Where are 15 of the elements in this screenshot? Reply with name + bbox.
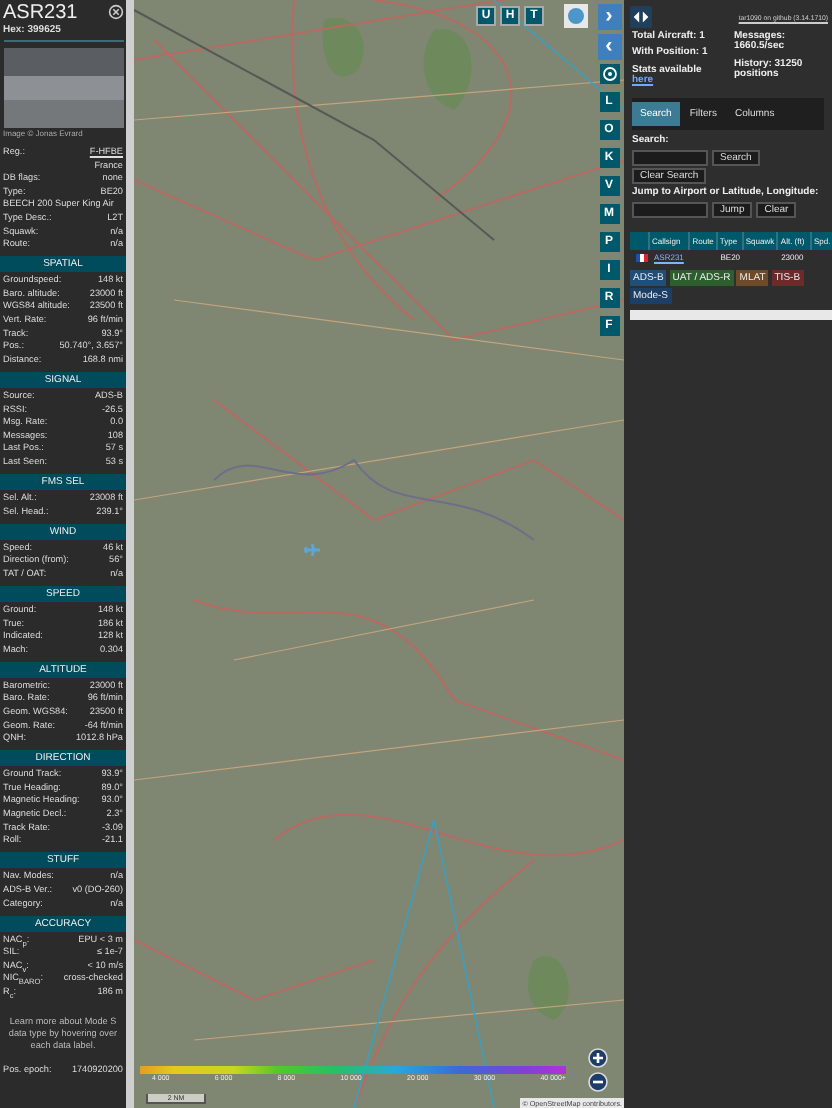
panel-toggle-button[interactable]: › bbox=[597, 4, 621, 30]
search-field[interactable] bbox=[632, 149, 708, 166]
zoom-out-icon[interactable] bbox=[588, 1072, 608, 1092]
scrollbar[interactable] bbox=[630, 310, 832, 321]
flag-icon bbox=[635, 253, 647, 262]
jump-field[interactable] bbox=[632, 201, 708, 218]
layers-icon[interactable] bbox=[564, 4, 588, 28]
panel-toggle-button[interactable]: ‹ bbox=[597, 34, 621, 60]
photo-placeholder bbox=[3, 48, 123, 128]
aircraft-callsign: ASR231 bbox=[3, 2, 78, 24]
zoom-in-icon[interactable] bbox=[588, 1048, 608, 1068]
settings-icon[interactable] bbox=[599, 64, 619, 84]
scrollbar[interactable] bbox=[126, 0, 134, 1108]
expand-icon[interactable] bbox=[630, 6, 652, 28]
close-icon[interactable] bbox=[107, 4, 123, 20]
